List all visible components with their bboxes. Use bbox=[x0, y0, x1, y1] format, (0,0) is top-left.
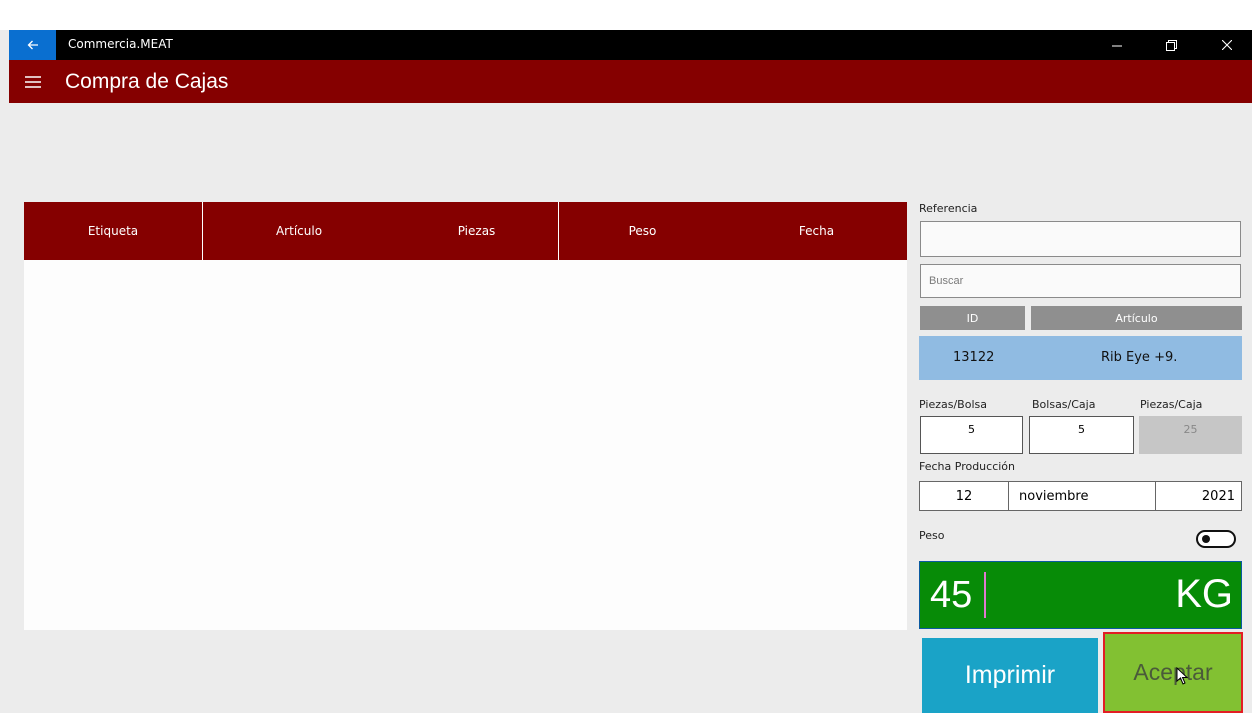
hamburger-icon[interactable] bbox=[23, 72, 43, 92]
result-id: 13122 bbox=[953, 350, 995, 365]
fecha-produccion-label: Fecha Producción bbox=[919, 460, 1016, 473]
piezas-caja-readonly: 25 bbox=[1139, 416, 1242, 454]
referencia-input[interactable] bbox=[921, 222, 1240, 256]
piezas-caja-label: Piezas/Caja bbox=[1140, 398, 1203, 411]
peso-toggle[interactable] bbox=[1196, 530, 1236, 548]
window-titlebar: Commercia.MEAT bbox=[9, 30, 1252, 60]
column-articulo[interactable]: Artículo bbox=[203, 202, 395, 260]
piezas-bolsa-label: Piezas/Bolsa bbox=[919, 398, 987, 411]
weight-display[interactable]: 45 KG bbox=[919, 561, 1242, 629]
restore-button[interactable] bbox=[1149, 30, 1193, 60]
minimize-icon bbox=[1112, 45, 1122, 47]
close-button[interactable] bbox=[1205, 30, 1249, 60]
restore-icon bbox=[1165, 39, 1177, 51]
boxes-table: Etiqueta Artículo Piezas Peso Fecha bbox=[24, 202, 907, 630]
bolsas-caja-input[interactable]: 5 bbox=[1029, 416, 1134, 454]
referencia-field[interactable] bbox=[920, 221, 1241, 257]
search-field[interactable] bbox=[920, 264, 1241, 298]
peso-label: Peso bbox=[919, 529, 945, 542]
table-header: Etiqueta Artículo Piezas Peso Fecha bbox=[24, 202, 907, 260]
table-body[interactable] bbox=[24, 260, 907, 630]
mouse-cursor-icon bbox=[1176, 667, 1189, 685]
minimize-button[interactable] bbox=[1095, 30, 1139, 60]
bolsas-caja-label: Bolsas/Caja bbox=[1032, 398, 1096, 411]
weight-value: 45 bbox=[930, 574, 973, 616]
grid-header-articulo[interactable]: Artículo bbox=[1031, 306, 1242, 330]
print-button[interactable]: Imprimir bbox=[922, 638, 1098, 713]
screen-margin bbox=[0, 0, 1252, 30]
app-title: Commercia.MEAT bbox=[68, 37, 173, 51]
grid-header-id[interactable]: ID bbox=[920, 306, 1025, 330]
toggle-knob bbox=[1202, 535, 1210, 543]
back-button[interactable] bbox=[9, 30, 56, 60]
date-day[interactable]: 12 bbox=[920, 482, 1008, 510]
date-month[interactable]: noviembre bbox=[1009, 482, 1155, 510]
page-title: Compra de Cajas bbox=[65, 70, 229, 93]
app-header: Compra de Cajas bbox=[9, 60, 1252, 103]
piezas-bolsa-input[interactable]: 5 bbox=[920, 416, 1023, 454]
text-caret bbox=[984, 572, 986, 618]
close-icon bbox=[1222, 40, 1232, 50]
weight-unit: KG bbox=[1175, 572, 1233, 616]
result-articulo: Rib Eye +9. bbox=[1101, 350, 1178, 365]
fecha-produccion-picker[interactable]: 12 noviembre 2021 bbox=[919, 481, 1242, 511]
column-etiqueta[interactable]: Etiqueta bbox=[24, 202, 202, 260]
column-fecha[interactable]: Fecha bbox=[726, 202, 907, 260]
result-row[interactable]: 13122 Rib Eye +9. bbox=[919, 336, 1242, 380]
accept-button[interactable]: Aceptar bbox=[1103, 632, 1243, 713]
arrow-left-icon bbox=[27, 40, 38, 50]
referencia-label: Referencia bbox=[919, 202, 978, 215]
column-piezas[interactable]: Piezas bbox=[395, 202, 558, 260]
column-peso[interactable]: Peso bbox=[559, 202, 726, 260]
search-input[interactable] bbox=[921, 265, 1240, 297]
date-year[interactable]: 2021 bbox=[1156, 482, 1241, 510]
